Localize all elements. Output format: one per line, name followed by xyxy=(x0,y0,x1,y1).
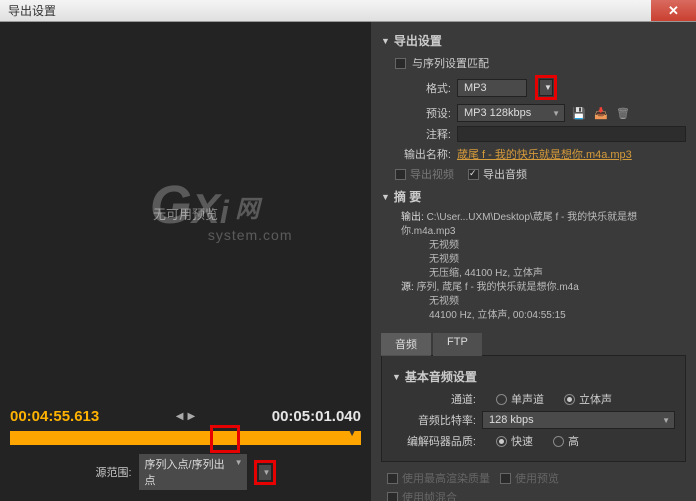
comment-input[interactable] xyxy=(457,126,686,142)
timecode-out[interactable]: 00:05:01.040 xyxy=(272,408,361,425)
use-preview-checkbox xyxy=(500,473,511,484)
format-dropdown[interactable]: MP3 xyxy=(457,79,527,97)
preview-panel: 无可用预览 GXi 网 system.com 00:04:55.613 ◀ ▶ … xyxy=(0,22,371,501)
highlight-box-format: ▼ xyxy=(535,75,557,100)
disclosure-triangle-icon: ▼ xyxy=(381,192,390,202)
export-settings-title: 导出设置 xyxy=(394,32,442,49)
format-dropdown-arrow[interactable]: ▼ xyxy=(539,79,553,96)
playhead-icon[interactable]: ▼ xyxy=(347,428,357,439)
fast-radio[interactable] xyxy=(496,436,507,447)
source-range-value: 序列入点/序列出点 xyxy=(145,456,229,488)
window-titlebar: 导出设置 ✕ xyxy=(0,0,696,22)
export-video-checkbox xyxy=(395,169,406,180)
chevron-down-icon: ▼ xyxy=(544,83,552,92)
high-label: 高 xyxy=(568,433,579,449)
frame-blend-checkbox xyxy=(387,492,398,501)
channels-label: 通道: xyxy=(406,391,476,407)
chevron-down-icon: ▼ xyxy=(235,458,243,467)
mono-radio[interactable] xyxy=(496,394,507,405)
bitrate-label: 音频比特率: xyxy=(406,412,476,428)
timecode-in[interactable]: 00:04:55.613 xyxy=(10,408,99,425)
window-close-button[interactable]: ✕ xyxy=(651,0,696,21)
fit-icon[interactable]: ◀ xyxy=(176,411,184,422)
chevron-down-icon: ▼ xyxy=(662,416,670,425)
preset-dropdown[interactable]: MP3 128kbps ▼ xyxy=(457,104,565,122)
comment-label: 注释: xyxy=(395,126,451,142)
stereo-radio[interactable] xyxy=(564,394,575,405)
source-range-label: 源范围: xyxy=(95,464,131,480)
fast-label: 快速 xyxy=(511,433,533,449)
summary-title: 摘 要 xyxy=(394,188,421,205)
summary-body: 输出: C:\User...UXM\Desktop\葴尾 f - 我的快乐就是想… xyxy=(401,211,686,323)
max-render-checkbox xyxy=(387,473,398,484)
disclosure-triangle-icon: ▼ xyxy=(381,36,390,46)
settings-panel: ▼ 导出设置 与序列设置匹配 格式: MP3 ▼ 预设: MP3 128kbps… xyxy=(371,22,696,501)
max-render-label: 使用最高渲染质量 xyxy=(402,470,490,486)
basic-audio-header[interactable]: ▼ 基本音频设置 xyxy=(392,368,675,385)
match-sequence-label: 与序列设置匹配 xyxy=(412,55,489,71)
delete-preset-icon[interactable]: 🗑 xyxy=(615,105,631,121)
close-icon: ✕ xyxy=(668,3,679,19)
bitrate-value: 128 kbps xyxy=(489,414,534,426)
quality-label: 编解码器品质: xyxy=(406,433,476,449)
chevron-down-icon: ▼ xyxy=(552,109,560,118)
save-preset-icon[interactable]: 💾 xyxy=(571,105,587,121)
preset-label: 预设: xyxy=(395,105,451,121)
mono-label: 单声道 xyxy=(511,391,544,407)
import-preset-icon[interactable]: 📥 xyxy=(593,105,609,121)
frame-blend-label: 使用帧混合 xyxy=(402,489,457,501)
tab-audio[interactable]: 音频 xyxy=(381,333,431,356)
disclosure-triangle-icon: ▼ xyxy=(392,372,401,382)
highlight-box-timeline xyxy=(210,425,240,453)
format-value: MP3 xyxy=(464,82,487,94)
range-extra-dropdown[interactable]: ▼ xyxy=(258,464,272,481)
tab-ftp[interactable]: FTP xyxy=(433,333,482,356)
preset-value: MP3 128kbps xyxy=(464,107,531,119)
export-settings-header[interactable]: ▼ 导出设置 xyxy=(381,32,686,49)
stereo-label: 立体声 xyxy=(579,391,612,407)
match-sequence-checkbox[interactable] xyxy=(395,58,406,69)
export-audio-label: 导出音频 xyxy=(483,166,527,182)
summary-header[interactable]: ▼ 摘 要 xyxy=(381,188,686,205)
basic-audio-title: 基本音频设置 xyxy=(405,368,477,385)
highlight-box-range: ▼ xyxy=(254,460,276,485)
bitrate-dropdown[interactable]: 128 kbps ▼ xyxy=(482,411,675,429)
fit-icon-2[interactable]: ▶ xyxy=(188,411,196,422)
audio-tab-panel: ▼ 基本音频设置 通道: 单声道 立体声 音频比特率: 128 kbps ▼ xyxy=(381,355,686,462)
footer: 使用最高渲染质量 使用预览 使用帧混合 估计文件大小: 4 MB 元数据… xyxy=(381,470,686,501)
format-label: 格式: xyxy=(395,80,451,96)
timeline-track[interactable]: ▼ xyxy=(10,431,361,445)
source-range-dropdown[interactable]: 序列入点/序列出点 ▼ xyxy=(138,453,248,491)
export-audio-checkbox[interactable] xyxy=(468,169,479,180)
no-preview-text: 无可用预览 xyxy=(153,204,218,223)
use-preview-label: 使用预览 xyxy=(515,470,559,486)
export-video-label: 导出视频 xyxy=(410,166,454,182)
output-name-label: 输出名称: xyxy=(395,146,451,162)
window-title: 导出设置 xyxy=(8,2,56,19)
high-radio[interactable] xyxy=(553,436,564,447)
chevron-down-icon: ▼ xyxy=(263,468,271,477)
output-name-link[interactable]: 葴尾 f - 我的快乐就是想你.m4a.mp3 xyxy=(457,146,632,162)
tabs: 音频 FTP xyxy=(381,333,686,356)
